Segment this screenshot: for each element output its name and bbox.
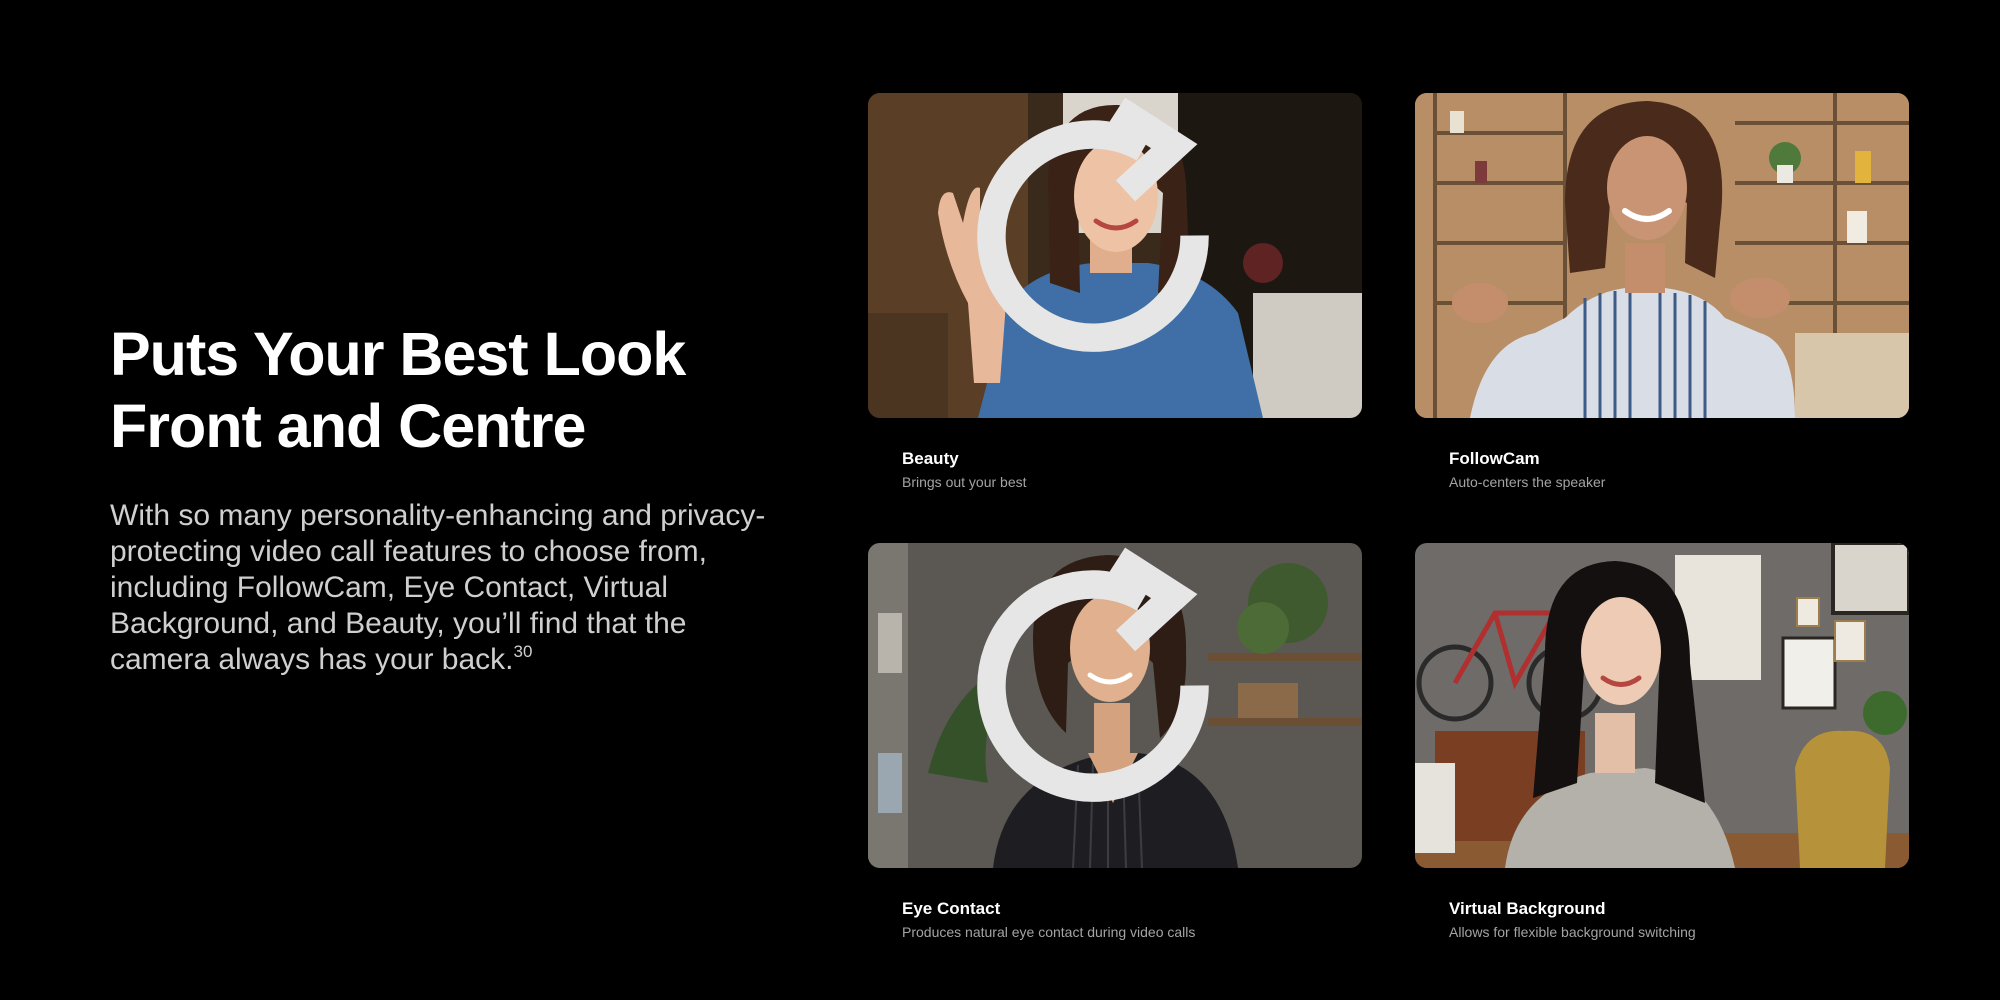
followcam-photo [1415, 93, 1909, 418]
virtual-background-video-thumbnail[interactable] [1415, 543, 1909, 868]
intro-body-text: With so many personality-enhancing and p… [110, 498, 790, 678]
feature-card-eye-contact: Eye Contact Produces natural eye contact… [868, 543, 1362, 942]
virtual-background-photo [1415, 543, 1909, 868]
eye-contact-caption: Eye Contact Produces natural eye contact… [868, 868, 1362, 942]
headline-line-2: Front and Centre [110, 392, 586, 460]
card-title: Beauty [902, 449, 959, 468]
card-subtitle: Auto-centers the speaker [1449, 474, 1606, 490]
beauty-video-thumbnail[interactable] [868, 93, 1362, 418]
intro-section: Puts Your Best Look Front and Centre Wit… [110, 318, 800, 678]
followcam-caption: FollowCam Auto-centers the speaker [1415, 418, 1909, 492]
followcam-video-thumbnail[interactable] [1415, 93, 1909, 418]
feature-card-followcam: FollowCam Auto-centers the speaker [1415, 93, 1909, 492]
card-subtitle: Produces natural eye contact during vide… [902, 924, 1196, 940]
replay-icon[interactable] [868, 93, 1340, 398]
footnote-marker: 30 [513, 642, 533, 661]
beauty-caption: Beauty Brings out your best [868, 418, 1362, 492]
virtual-background-caption: Virtual Background Allows for flexible b… [1415, 868, 1909, 942]
card-subtitle: Allows for flexible background switching [1449, 924, 1696, 940]
card-subtitle: Brings out your best [902, 474, 1027, 490]
card-title: Virtual Background [1449, 899, 1606, 918]
intro-body: With so many personality-enhancing and p… [110, 499, 766, 676]
card-title: FollowCam [1449, 449, 1540, 468]
headline: Puts Your Best Look Front and Centre [110, 318, 800, 462]
replay-icon[interactable] [868, 543, 1340, 848]
eye-contact-video-thumbnail[interactable] [868, 543, 1362, 868]
headline-line-1: Puts Your Best Look [110, 320, 686, 388]
card-title: Eye Contact [902, 899, 1001, 918]
feature-card-virtual-background: Virtual Background Allows for flexible b… [1415, 543, 1909, 942]
feature-card-beauty: Beauty Brings out your best [868, 93, 1362, 492]
